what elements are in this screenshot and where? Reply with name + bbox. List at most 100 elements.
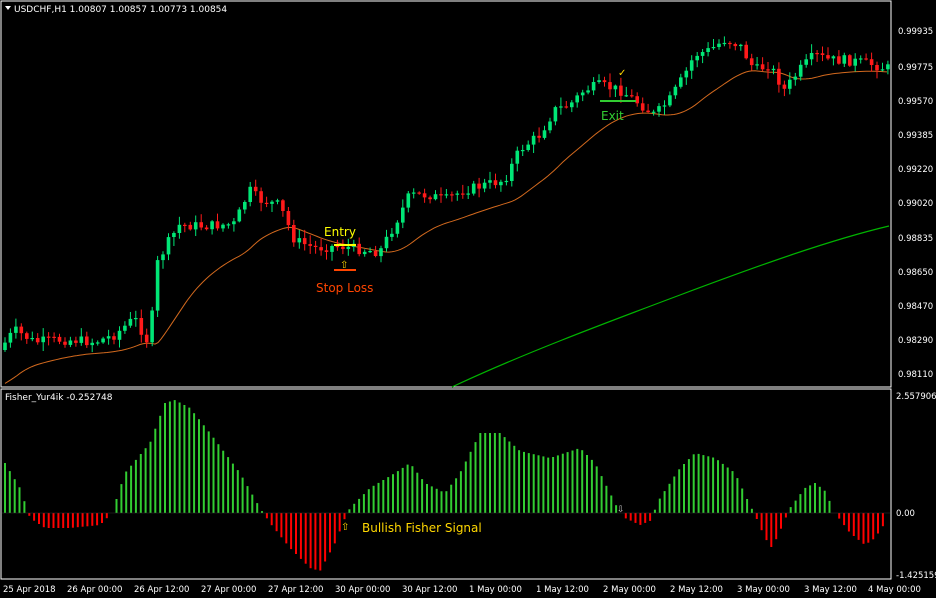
fisher-bar-positive: [750, 508, 753, 513]
fisher-bar-positive: [566, 452, 569, 513]
fisher-bar-positive: [207, 431, 210, 513]
bull-candle: [717, 43, 721, 47]
bull-candle: [559, 106, 563, 108]
candlesticks[interactable]: [3, 36, 890, 353]
fisher-bar-positive: [508, 441, 511, 513]
fisher-bar-negative: [309, 513, 312, 569]
price-label: 0.99385: [898, 131, 933, 141]
fisher-bar-positive: [746, 499, 749, 513]
time-label: 3 May 12:00: [804, 585, 857, 595]
bull-candle: [809, 53, 814, 60]
bull-candle: [297, 238, 302, 243]
fast-moving-average-line: [4, 70, 888, 384]
bull-candle: [510, 163, 514, 181]
fisher-bar-positive: [605, 485, 608, 513]
fisher-bar-positive: [164, 403, 166, 513]
fisher-bar-negative: [33, 513, 36, 521]
bull-candle: [679, 77, 683, 87]
fisher-bar-positive: [683, 464, 685, 513]
fisher-bar-negative: [265, 513, 268, 519]
time-label: 30 Apr 12:00: [402, 585, 457, 595]
fisher-bar-positive: [794, 500, 797, 513]
fisher-bar-positive: [217, 444, 220, 513]
fisher-bar-positive: [401, 467, 404, 513]
fisher-bar-positive: [183, 405, 186, 513]
fisher-bar-negative: [857, 513, 860, 540]
fisher-bar-negative: [270, 513, 273, 526]
fisher-bar-positive: [430, 486, 433, 513]
bear-candle: [57, 336, 62, 342]
fisher-bar-negative: [629, 513, 632, 521]
fisher-bar-positive: [561, 453, 564, 513]
fisher-bar-positive: [178, 402, 181, 513]
fisher-bar-negative: [329, 513, 331, 553]
fisher-bar-negative: [862, 513, 865, 544]
fisher-bar-positive: [115, 499, 118, 513]
bear-candle: [749, 58, 754, 66]
bull-candle: [30, 338, 34, 340]
bull-candle: [237, 209, 242, 222]
fisher-bar-negative: [67, 513, 70, 528]
fisher-bar-positive: [464, 461, 467, 513]
fisher-bar-negative: [304, 513, 307, 564]
fisher-bar-negative: [639, 513, 642, 525]
bull-candle: [117, 330, 122, 340]
bull-candle: [853, 58, 857, 66]
bear-candle: [357, 243, 361, 255]
price-label: 0.99020: [898, 199, 933, 209]
bull-candle: [722, 42, 727, 45]
fisher-bar-positive: [159, 415, 162, 513]
bear-candle: [308, 244, 312, 246]
fisher-bar-positive: [246, 486, 249, 513]
bull-candle: [14, 326, 18, 333]
bull-candle: [624, 95, 629, 97]
bear-candle: [188, 224, 193, 230]
fisher-bar-negative: [852, 513, 855, 536]
bull-candle: [3, 342, 7, 350]
triangle-down-icon[interactable]: [5, 6, 11, 10]
indicator-axis-label: 2.557906: [896, 392, 936, 402]
fisher-bar-positive: [484, 433, 487, 513]
bull-candle: [433, 194, 438, 200]
fisher-bar-negative: [760, 513, 763, 531]
fisher-bar-negative: [290, 513, 293, 550]
bull-candle: [471, 183, 476, 194]
bull-candle: [580, 92, 585, 96]
bear-candle: [259, 191, 263, 203]
fisher-bar-negative: [843, 513, 846, 526]
fisher-bar-negative: [52, 513, 55, 528]
fisher-bar-negative: [324, 513, 327, 562]
fisher-bar-positive: [198, 419, 200, 513]
fisher-bar-negative: [634, 513, 637, 523]
bear-candle: [640, 103, 645, 111]
fisher-bar-positive: [707, 456, 710, 513]
bull-candle: [401, 207, 405, 223]
fisher-bar-positive: [23, 501, 26, 513]
fisher-bar-negative: [649, 513, 652, 521]
bull-candle: [193, 222, 198, 230]
fisher-bar-positive: [799, 494, 802, 513]
fisher-bar-negative: [881, 513, 884, 527]
fisher-bar-positive: [139, 454, 142, 513]
fisher-bar-positive: [498, 433, 501, 513]
bull-candle: [520, 150, 525, 152]
time-label: 2 May 00:00: [603, 585, 656, 595]
bear-candle: [19, 326, 24, 334]
checkmark-icon: ✓: [618, 68, 626, 79]
bear-candle: [144, 334, 149, 343]
indicator-frame: [0, 388, 892, 580]
fisher-bar-negative: [333, 513, 336, 544]
fisher-bar-negative: [755, 513, 758, 519]
fisher-bar-negative: [28, 513, 31, 516]
bull-candle: [504, 180, 509, 183]
bear-candle: [848, 55, 852, 66]
bull-candle: [570, 102, 574, 108]
bull-candle: [95, 342, 100, 344]
fisher-bar-positive: [18, 487, 21, 514]
bear-candle: [875, 65, 879, 71]
bear-candle: [826, 55, 830, 59]
fisher-bar-positive: [527, 453, 530, 513]
bear-candle: [782, 84, 787, 89]
price-label: 0.98290: [898, 336, 933, 346]
bear-candle: [139, 318, 144, 335]
